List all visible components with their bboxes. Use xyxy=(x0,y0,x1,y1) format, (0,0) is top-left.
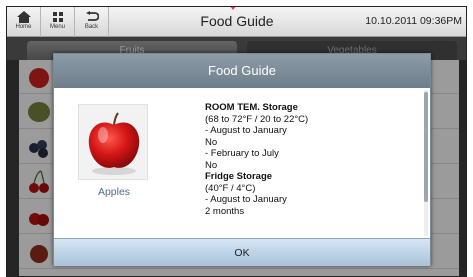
back-button[interactable]: Back xyxy=(75,7,109,37)
storage-detail-line: No xyxy=(205,136,218,148)
storage-detail-line: (68 to 72°F / 20 to 22°C) xyxy=(205,113,309,125)
home-button[interactable]: Home xyxy=(7,7,41,37)
back-arrow-icon xyxy=(85,11,99,21)
storage-detail-line: No xyxy=(205,159,218,171)
back-label: Back xyxy=(84,24,99,30)
dialog-footer: OK xyxy=(54,238,430,266)
app-title: Food Guide xyxy=(200,13,274,29)
storage-detail-line: - August to January xyxy=(205,125,287,136)
notification-notch-icon xyxy=(230,7,236,10)
top-bar: Home Menu Back Food Guide 10.10.2011 09:… xyxy=(7,7,466,37)
storage-detail-line: 2 months xyxy=(205,205,245,217)
date-time: 10.10.2011 09:36PM xyxy=(365,15,462,27)
item-name: Apples xyxy=(97,186,131,198)
ok-button[interactable]: OK xyxy=(54,239,430,267)
menu-grid-icon xyxy=(52,12,63,22)
dialog-title: Food Guide xyxy=(54,54,430,88)
storage-detail-line: - August to January xyxy=(205,194,287,205)
menu-button[interactable]: Menu xyxy=(41,7,75,37)
device-screen: Home Menu Back Food Guide 10.10.2011 09:… xyxy=(6,6,467,277)
storage-section-header: Fridge Storage xyxy=(205,171,273,182)
apple-image xyxy=(78,104,148,180)
menu-label: Menu xyxy=(49,24,65,30)
storage-detail-line: - February to July xyxy=(205,148,279,159)
dialog-body: Apples ROOM TEM. Storage (68 to 72°F / 20… xyxy=(54,88,430,238)
home-label: Home xyxy=(15,24,32,30)
storage-details: ROOM TEM. Storage (68 to 72°F / 20 to 22°… xyxy=(205,102,415,217)
storage-section-header: ROOM TEM. Storage xyxy=(205,102,298,113)
food-guide-dialog: Food Guide Apples ROOM TEM. Storage (68 … xyxy=(53,53,431,266)
home-icon xyxy=(16,11,31,23)
scrollbar-thumb[interactable] xyxy=(424,92,428,202)
storage-detail-line: (40°F / 4°C) xyxy=(205,182,256,194)
